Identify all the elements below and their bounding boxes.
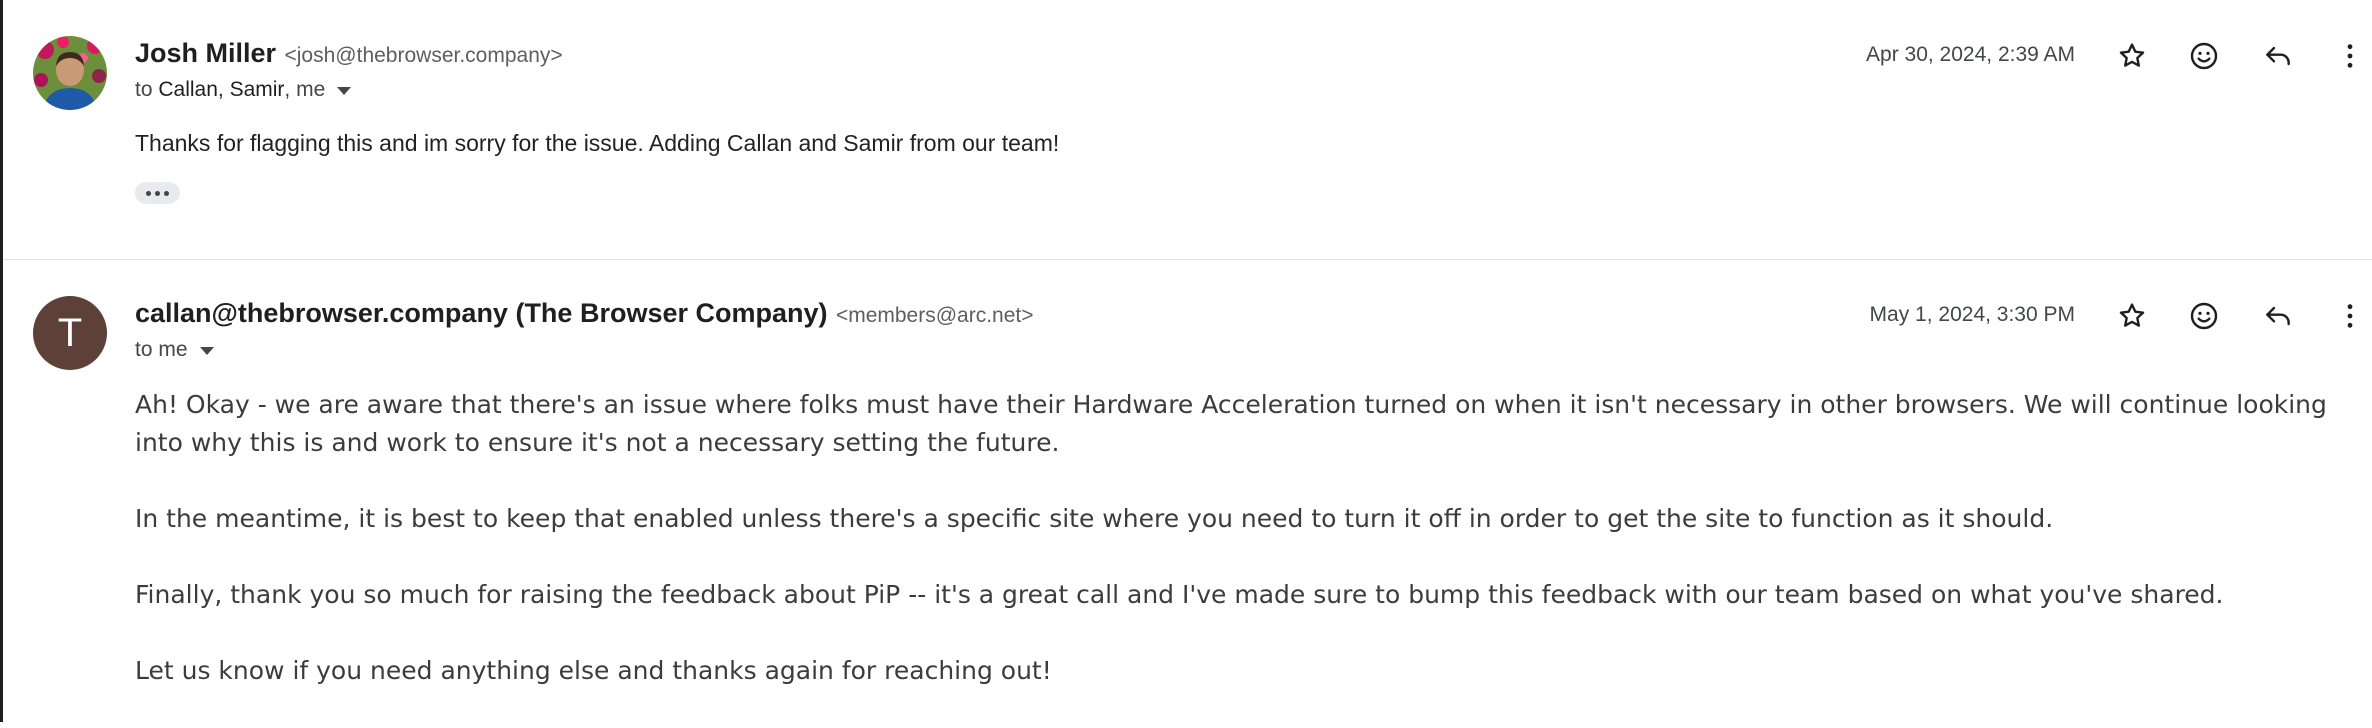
sender-name[interactable]: callan@thebrowser.company (The Browser C…	[135, 298, 828, 328]
dot	[164, 190, 169, 196]
email-message-2: T callan@thebrowser.company (The Browser…	[0, 260, 2372, 722]
body-paragraph: Ah! Okay - we are aware that there's an …	[135, 390, 2327, 457]
message-body: Ah! Okay - we are aware that there's an …	[135, 386, 2365, 728]
star-icon[interactable]	[2112, 36, 2152, 76]
sender-line: callan@thebrowser.company (The Browser C…	[135, 298, 1034, 329]
sender-avatar[interactable]	[33, 36, 107, 110]
message-date: May 1, 2024, 3:30 PM	[1869, 303, 2075, 326]
email-message-1: Josh Miller <josh@thebrowser.company> to…	[0, 0, 2372, 260]
sender-avatar[interactable]: T	[33, 296, 107, 370]
to-label: to me	[135, 338, 188, 361]
reply-icon[interactable]	[2258, 36, 2298, 76]
show-trimmed-content-button[interactable]	[135, 182, 180, 204]
sender-email: <members@arc.net>	[835, 304, 1034, 327]
dot	[155, 190, 160, 196]
body-paragraph: In the meantime, it is best to keep that…	[135, 504, 2054, 533]
show-details-chevron-down-icon[interactable]	[199, 347, 214, 355]
recipients-me: , me	[284, 78, 326, 101]
to-label: to	[135, 78, 153, 101]
body-paragraph: Let us know if you need anything else an…	[135, 656, 1052, 685]
sender-name[interactable]: Josh Miller	[135, 38, 276, 68]
recipients-line: to me	[135, 338, 214, 362]
more-vert-icon[interactable]	[2330, 296, 2370, 336]
sender-email: <josh@thebrowser.company>	[284, 44, 563, 67]
avatar-letter: T	[57, 310, 83, 355]
sender-line: Josh Miller <josh@thebrowser.company>	[135, 38, 563, 69]
star-icon[interactable]	[2112, 296, 2152, 336]
emoji-icon[interactable]	[2184, 36, 2224, 76]
avatar-photo	[33, 36, 107, 110]
emoji-icon[interactable]	[2184, 296, 2224, 336]
recipients-names: Callan, Samir	[158, 78, 285, 101]
more-vert-icon[interactable]	[2330, 36, 2370, 76]
recipients-line: to Callan, Samir, me	[135, 78, 352, 102]
reply-icon[interactable]	[2258, 296, 2298, 336]
show-details-chevron-down-icon[interactable]	[337, 87, 352, 95]
message-date: Apr 30, 2024, 2:39 AM	[1866, 43, 2075, 66]
body-paragraph: Finally, thank you so much for raising t…	[135, 580, 2224, 609]
message-body: Thanks for flagging this and im sorry fo…	[135, 130, 1060, 156]
dot	[146, 190, 151, 196]
